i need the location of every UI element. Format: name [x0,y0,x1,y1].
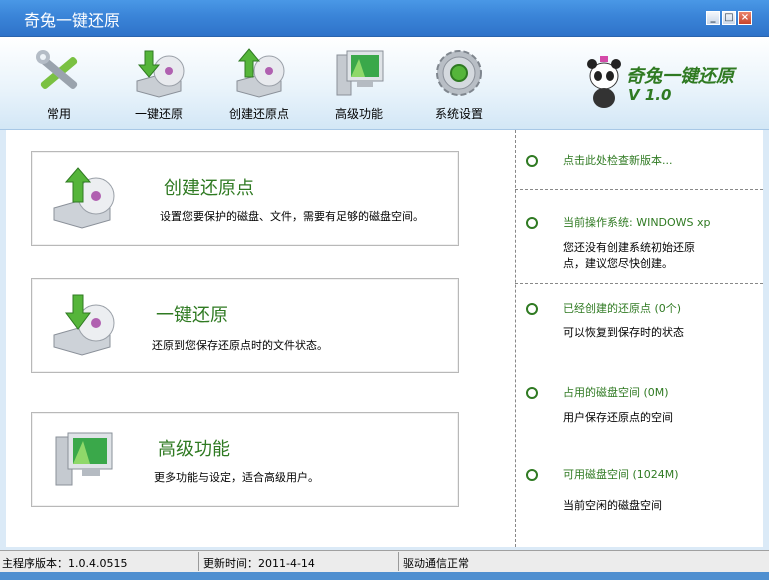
title-bar: 奇兔一键还原 _ □ × [0,0,769,37]
toolbar-item-common[interactable]: 常用 [14,47,104,127]
tools-icon [36,50,78,89]
used-space-label: 占用的磁盘空间 (0M) [563,386,669,399]
toolbar-label: 高级功能 [334,107,383,121]
os-note: 您还没有创建系统初始还原 点，建议您尽快创建。 [563,240,695,272]
os-note-line: 点，建议您尽快创建。 [563,257,673,270]
os-note-line: 您还没有创建系统初始还原 [563,241,695,254]
maximize-button[interactable]: □ [722,11,736,25]
card-description: 更多功能与设定，适合高级用户。 [154,471,319,484]
toolbar-item-settings[interactable]: 系统设置 [414,47,504,127]
advanced-features-card[interactable]: 高级功能 更多功能与设定，适合高级用户。 [31,412,459,507]
toolbar-item-restore[interactable]: 一键还原 [114,47,204,127]
free-space-label: 可用磁盘空间 (1024M) [563,468,679,481]
status-version: 主程序版本：1.0.4.0515 [2,557,128,570]
brand-name: 奇兔一键还原 [626,66,734,87]
main-panel: 创建还原点 设置您要保护的磁盘、文件，需要有足够的磁盘空间。 一键还原 还原到您… [6,130,763,547]
close-button[interactable]: × [738,11,752,25]
window-bottom-border [0,572,769,580]
bullet-icon [526,469,538,481]
restore-disk-icon [136,50,185,98]
status-separator [398,552,399,571]
restore-points-count: 已经创建的还原点 (0个) [563,302,682,315]
toolbar-label: 创建还原点 [228,107,289,121]
card-title: 创建还原点 [164,178,254,199]
bullet-icon [526,387,538,399]
info-separator [515,283,763,284]
restore-points-note: 可以恢复到保存时的状态 [563,326,684,339]
toolbar-label: 系统设置 [434,107,483,121]
brand-version: V 1.0 [628,86,672,104]
computer-icon [55,432,113,486]
app-window: 奇兔一键还原 _ □ × 常用 一键还原 创建还原点 高级功能 系统设置 奇兔一… [0,0,769,580]
computer-icon [336,50,384,96]
create-restore-point-card[interactable]: 创建还原点 设置您要保护的磁盘、文件，需要有足够的磁盘空间。 [31,151,459,246]
os-label: 当前操作系统: WINDOWS xp [563,216,711,229]
card-description: 设置您要保护的磁盘、文件，需要有足够的磁盘空间。 [160,210,424,223]
panel-divider [515,130,516,547]
brand-logo: 奇兔一键还原 V 1.0 [584,50,764,114]
toolbar-label: 常用 [46,107,71,121]
bullet-icon [526,303,538,315]
status-separator [198,552,199,571]
restore-disk-icon [53,294,115,356]
toolbar-item-advanced[interactable]: 高级功能 [314,47,404,127]
toolbar-label: 一键还原 [134,107,183,121]
minimize-button[interactable]: _ [706,11,720,25]
status-driver: 驱动通信正常 [403,557,469,570]
toolbar: 常用 一键还原 创建还原点 高级功能 系统设置 奇兔一键还原 V 1.0 [0,37,769,130]
toolbar-item-create-restore-point[interactable]: 创建还原点 [214,47,304,127]
create-restore-point-icon [53,167,115,229]
bullet-icon [526,217,538,229]
create-restore-point-icon [236,48,285,98]
check-update-link[interactable]: 点击此处检查新版本... [563,152,673,168]
card-title: 一键还原 [156,305,228,326]
one-click-restore-card[interactable]: 一键还原 还原到您保存还原点时的文件状态。 [31,278,459,373]
used-space-note: 用户保存还原点的空间 [563,411,673,424]
status-updated: 更新时间：2011-4-14 [203,557,315,570]
window-title: 奇兔一键还原 [24,11,121,30]
gear-icon [436,50,482,96]
panda-mascot-icon [587,56,621,108]
card-description: 还原到您保存还原点时的文件状态。 [152,339,328,352]
status-bar: 主程序版本：1.0.4.0515 更新时间：2011-4-14 驱动通信正常 [0,550,769,573]
card-title: 高级功能 [158,439,230,460]
bullet-icon [526,155,538,167]
info-separator [515,189,763,190]
free-space-note: 当前空闲的磁盘空间 [563,499,662,512]
